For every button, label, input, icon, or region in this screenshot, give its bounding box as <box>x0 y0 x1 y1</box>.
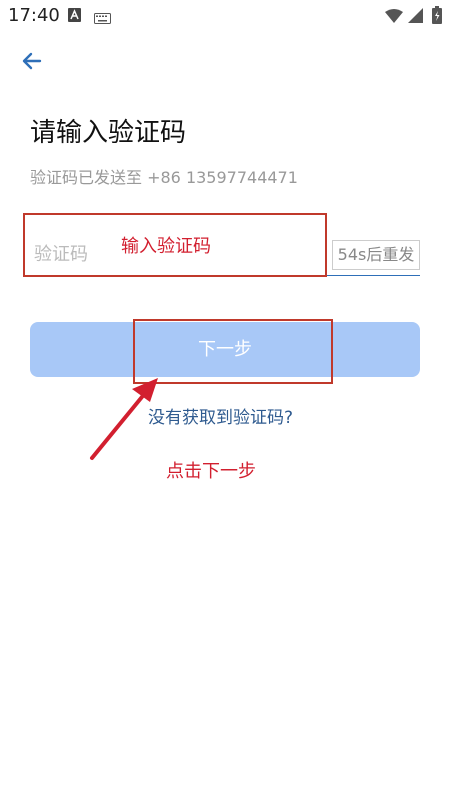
status-bar: 17:40 <box>0 0 450 34</box>
arrow-left-icon <box>22 52 42 70</box>
annotation-next-hint: 点击下一步 <box>166 461 256 482</box>
phone-sent-notice: 验证码已发送至 +86 13597744471 <box>30 168 298 187</box>
battery-icon <box>432 6 442 28</box>
wifi-icon <box>385 8 403 27</box>
annotation-input-hint: 输入验证码 <box>121 236 211 257</box>
page-title: 请输入验证码 <box>30 118 187 148</box>
signal-icon <box>408 8 423 27</box>
annotation-next-box <box>133 319 333 384</box>
resend-countdown-button[interactable]: 54s后重发 <box>332 240 420 270</box>
status-time: 17:40 <box>8 5 60 26</box>
no-code-link[interactable]: 没有获取到验证码? <box>148 403 293 428</box>
keyboard-icon <box>94 9 111 28</box>
app-icon <box>68 7 81 26</box>
back-button[interactable] <box>18 46 48 76</box>
